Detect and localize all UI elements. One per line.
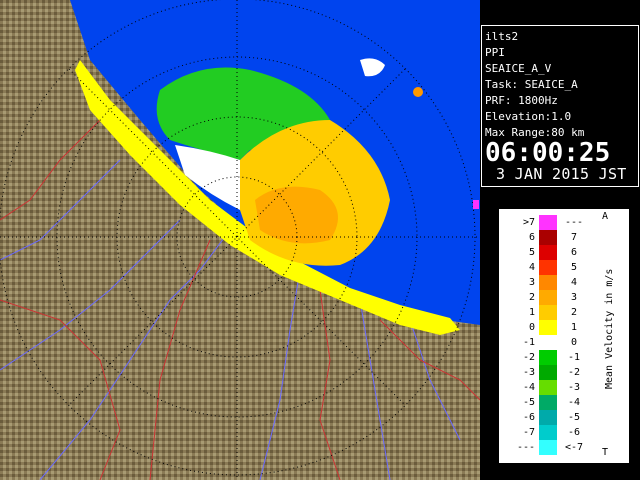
velocity-legend: >7 --- 6 7 5 6 4 5 3 4 2 3 1 2 0 1 -1 0 -2 -1 -3 -2 -4 -3 -5 -4 -6… (498, 208, 630, 464)
legend-upper-bound: -4 (567, 397, 581, 408)
legend-upper-bound: 3 (570, 292, 578, 303)
legend-lower-bound: -2 (522, 352, 535, 363)
legend-lower-bound: 1 (528, 307, 535, 318)
task-name: Task: SEAICE_A (485, 78, 578, 91)
legend-upper-bound: 4 (570, 277, 578, 288)
legend-row: --- <-7 (499, 440, 629, 455)
legend-lower-bound: -3 (522, 367, 535, 378)
scan-type: PPI (485, 46, 505, 59)
legend-lower-bound: -1 (522, 337, 535, 348)
radar-ppi-display[interactable] (0, 0, 480, 480)
legend-upper-bound: 5 (570, 262, 578, 273)
legend-lower-bound: 2 (528, 292, 535, 303)
legend-swatch (539, 425, 557, 440)
legend-upper-bound: 7 (570, 232, 578, 243)
legend-lower-bound: 4 (528, 262, 535, 273)
legend-row: >7 --- (499, 215, 629, 230)
legend-corner-top: A (602, 211, 609, 222)
legend-upper-bound: --- (564, 217, 584, 228)
small-echo-e (413, 87, 423, 97)
legend-lower-bound: 3 (528, 277, 535, 288)
legend-lower-bound: 0 (528, 322, 535, 333)
legend-swatch (539, 440, 557, 455)
legend-swatch (539, 290, 557, 305)
status-marker (473, 200, 479, 209)
legend-corner-bottom: T (602, 447, 609, 458)
product-name: SEAICE_A_V (485, 62, 552, 75)
legend-upper-bound: -1 (567, 352, 581, 363)
legend-swatch (539, 245, 557, 260)
legend-lower-bound: --- (516, 442, 535, 453)
legend-lower-bound: -6 (522, 412, 535, 423)
legend-title: Mean Velocity in m/s (604, 268, 615, 390)
legend-swatch (539, 335, 557, 350)
legend-lower-bound: 5 (528, 247, 535, 258)
legend-swatch (539, 395, 557, 410)
legend-swatch (539, 365, 557, 380)
scan-time: 06:00:25 (485, 138, 611, 168)
info-panel: ilts2 PPI SEAICE_A_V Task: SEAICE_A PRF:… (481, 25, 639, 187)
radar-name: ilts2 (485, 30, 519, 43)
legend-lower-bound: 6 (528, 232, 535, 243)
legend-lower-bound: >7 (522, 217, 535, 228)
legend-swatch (539, 410, 557, 425)
legend-swatch (539, 350, 557, 365)
legend-swatch (539, 230, 557, 245)
legend-lower-bound: -4 (522, 382, 535, 393)
legend-swatch (539, 320, 557, 335)
legend-upper-bound: <-7 (564, 442, 584, 453)
legend-swatch (539, 380, 557, 395)
legend-swatch (539, 275, 557, 290)
legend-swatch (539, 215, 557, 230)
legend-swatch (539, 305, 557, 320)
legend-lower-bound: -7 (522, 427, 535, 438)
legend-upper-bound: -2 (567, 367, 581, 378)
scan-date: 3 JAN 2015 JST (496, 165, 627, 183)
legend-upper-bound: -6 (567, 427, 581, 438)
legend-upper-bound: 0 (570, 337, 578, 348)
prf-value: PRF: 1800Hz (485, 94, 558, 107)
elevation-value: Elevation:1.0 (485, 110, 572, 123)
legend-upper-bound: -3 (567, 382, 581, 393)
legend-upper-bound: 6 (570, 247, 578, 258)
legend-upper-bound: -5 (567, 412, 581, 423)
legend-upper-bound: 1 (570, 322, 578, 333)
legend-lower-bound: -5 (522, 397, 535, 408)
legend-swatch (539, 260, 557, 275)
legend-upper-bound: 2 (570, 307, 578, 318)
